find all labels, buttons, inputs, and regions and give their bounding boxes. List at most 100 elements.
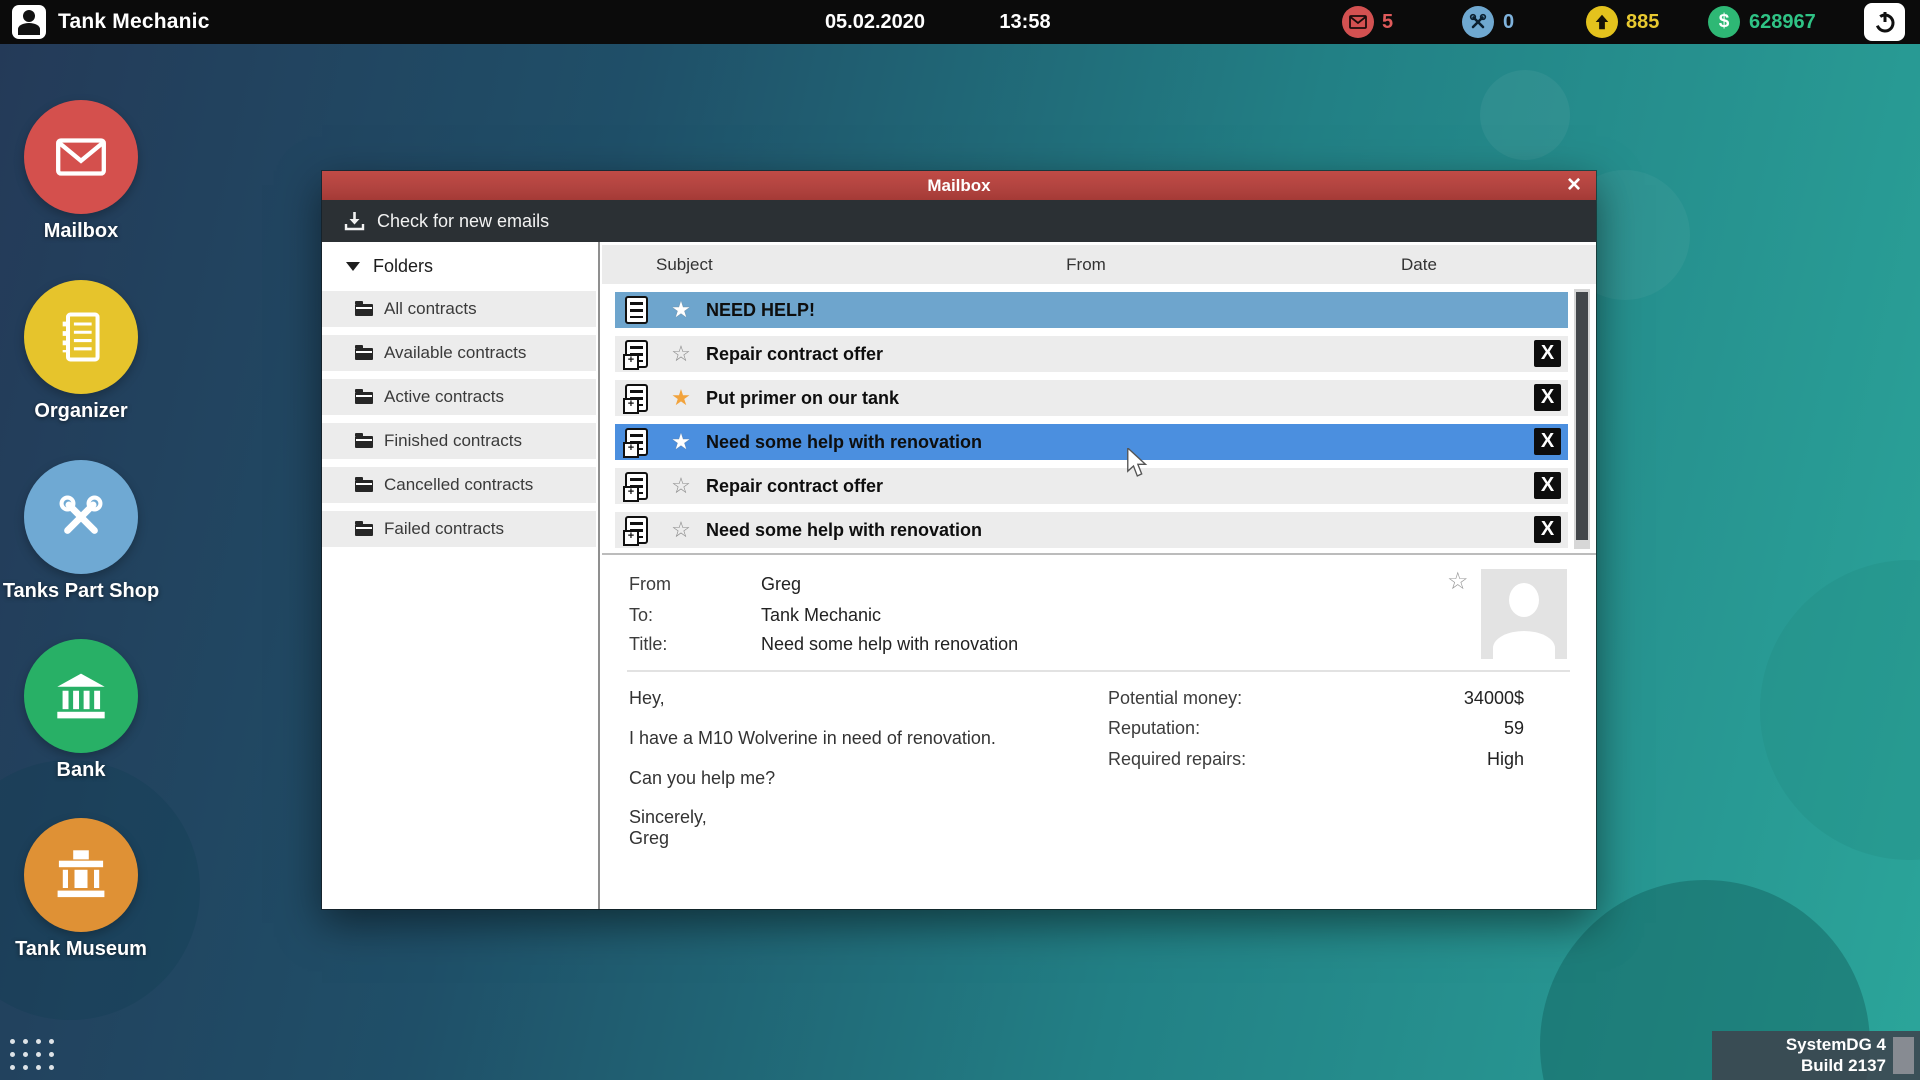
desktop-icon-bank[interactable]: Bank [1, 639, 161, 782]
folder-icon [355, 345, 373, 360]
star-icon[interactable] [668, 517, 694, 543]
system-info-panel: SystemDG 4 Build 2137 [1712, 1031, 1920, 1080]
folder-icon [355, 521, 373, 536]
email-row-selected[interactable]: Need some help with renovation X [615, 424, 1568, 460]
mail-count: 5 [1382, 11, 1394, 33]
game-title: Tank Mechanic [58, 10, 210, 33]
email-row[interactable]: Repair contract offer X [615, 468, 1568, 504]
folder-icon [355, 301, 373, 316]
person-icon [12, 5, 46, 39]
required-repairs-value: High [1486, 749, 1524, 769]
window-title: Mailbox [927, 176, 991, 195]
wrenches-icon [59, 495, 103, 534]
email-body-line: Greg [629, 828, 670, 848]
email-list-pane: Subject From Date NEED HELP! Repair cont… [602, 242, 1596, 909]
system-version: SystemDG 4 Build 2137 [1786, 1034, 1886, 1076]
xp-value: 885 [1626, 11, 1660, 33]
download-icon [344, 212, 365, 231]
chevron-down-icon [346, 261, 360, 271]
window-titlebar[interactable]: Mailbox × [322, 171, 1596, 200]
check-emails-button[interactable]: Check for new emails [377, 211, 549, 232]
window-close-button[interactable]: × [1560, 171, 1588, 200]
money-icon[interactable]: $ [1708, 6, 1740, 38]
delete-email-button[interactable]: X [1534, 428, 1561, 455]
reputation-label: Reputation: [1108, 718, 1201, 738]
power-button[interactable] [1864, 3, 1905, 41]
background-circle [1760, 560, 1920, 860]
bank-icon [57, 673, 105, 719]
title-value: Need some help with renovation [761, 634, 1019, 654]
to-value: Tank Mechanic [761, 605, 882, 625]
email-row[interactable]: Repair contract offer X [615, 336, 1568, 372]
star-icon[interactable] [668, 297, 694, 323]
mailbox-window: Mailbox × Check for new emails Folders A… [322, 171, 1596, 909]
email-row[interactable]: Need some help with renovation X [615, 512, 1568, 548]
profile-icon[interactable] [12, 5, 46, 39]
scrollbar-thumb[interactable] [1576, 292, 1588, 540]
repairs-notification-icon[interactable] [1462, 6, 1494, 38]
delete-email-button[interactable]: X [1534, 516, 1561, 543]
document-add-icon [623, 472, 648, 502]
star-icon[interactable] [668, 429, 694, 455]
delete-email-button[interactable]: X [1534, 340, 1561, 367]
mail-toolbar[interactable]: Check for new emails [322, 200, 1596, 242]
system-tray-button[interactable] [1893, 1037, 1914, 1074]
to-label: To: [629, 605, 654, 625]
folder-item-cancelled-contracts[interactable]: Cancelled contracts [322, 467, 596, 503]
column-date: Date [1401, 255, 1437, 274]
desktop-icon-label: Bank [56, 759, 106, 781]
folder-item-all-contracts[interactable]: All contracts [322, 291, 596, 327]
divider [627, 670, 1570, 672]
up-arrow-icon [1595, 14, 1609, 30]
required-repairs-label: Required repairs: [1108, 749, 1247, 769]
sender-avatar [1481, 569, 1567, 659]
desktop-icon-label: Organizer [34, 400, 128, 422]
money-value: 628967 [1749, 11, 1816, 33]
delete-email-button[interactable]: X [1534, 472, 1561, 499]
desktop-icon-label: Tanks Part Shop [2, 580, 160, 602]
document-add-icon [623, 516, 648, 546]
potential-money-label: Potential money: [1108, 688, 1243, 708]
star-icon[interactable] [1447, 567, 1469, 596]
xp-icon[interactable] [1586, 6, 1618, 38]
star-icon[interactable] [668, 341, 694, 367]
envelope-icon [1349, 15, 1367, 29]
folder-item-finished-contracts[interactable]: Finished contracts [322, 423, 596, 459]
envelope-icon [56, 138, 106, 176]
email-list-scrollbar[interactable] [1574, 289, 1590, 549]
mouse-cursor [1127, 448, 1148, 477]
email-body-line: Hey, [629, 688, 665, 708]
folder-item-active-contracts[interactable]: Active contracts [322, 379, 596, 415]
wrenches-icon [1469, 13, 1487, 29]
desktop-icon-label: Mailbox [43, 220, 119, 242]
folder-item-available-contracts[interactable]: Available contracts [322, 335, 596, 371]
email-row[interactable]: Put primer on our tank X [615, 380, 1568, 416]
email-detail-pane: From Greg To: Tank Mechanic Title: Need … [602, 555, 1596, 909]
person-icon [1481, 569, 1567, 659]
folder-item-failed-contracts[interactable]: Failed contracts [322, 511, 596, 547]
desktop-icon-label: Tank Museum [15, 938, 147, 960]
mail-notification-icon[interactable] [1342, 6, 1374, 38]
folders-sidebar: Folders All contracts Available contract… [322, 242, 600, 909]
from-label: From [629, 574, 671, 594]
system-name: SystemDG 4 [1785, 1035, 1886, 1054]
date-display: 05.02.2020 [824, 11, 926, 33]
delete-email-button[interactable]: X [1534, 384, 1561, 411]
app-grid-button[interactable] [10, 1039, 54, 1070]
email-body-line: Can you help me? [629, 768, 776, 788]
star-icon-starred[interactable] [668, 385, 694, 411]
power-icon [1875, 12, 1894, 33]
desktop-icon-mailbox[interactable]: Mailbox [1, 100, 161, 243]
email-row[interactable]: NEED HELP! [615, 292, 1568, 328]
email-body-line: Sincerely, [629, 807, 707, 827]
star-icon[interactable] [668, 473, 694, 499]
system-build: Build 2137 [1800, 1056, 1886, 1075]
column-from: From [1066, 255, 1106, 274]
folders-header[interactable]: Folders [322, 246, 598, 286]
repairs-count: 0 [1503, 11, 1515, 33]
desktop-icon-tank-museum[interactable]: Tank Museum [1, 818, 161, 961]
email-body-line: I have a M10 Wolverine in need of renova… [629, 728, 996, 748]
desktop-icon-tanks-part-shop[interactable]: Tanks Part Shop [1, 460, 161, 603]
background-circle [1480, 70, 1570, 160]
desktop-icon-organizer[interactable]: Organizer [1, 280, 161, 423]
